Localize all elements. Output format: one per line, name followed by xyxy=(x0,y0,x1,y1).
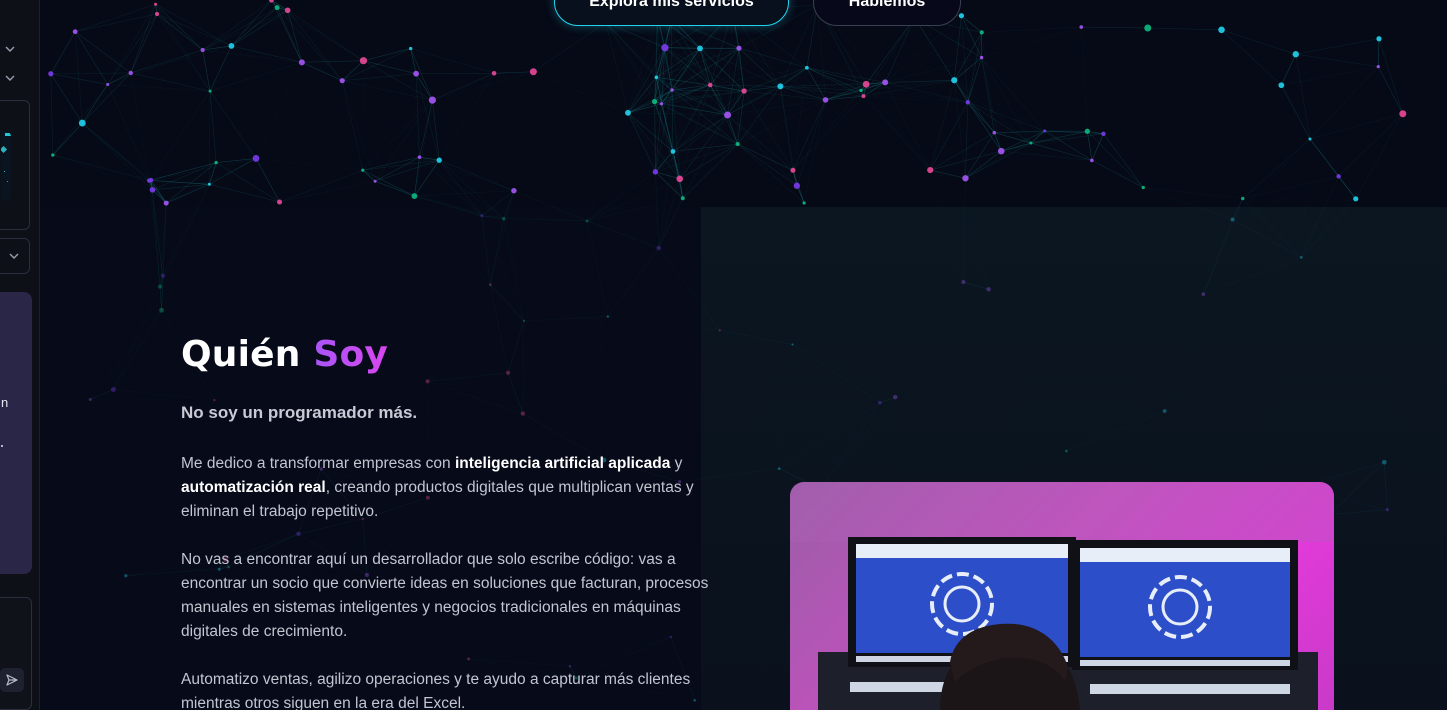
para1-bold-2: automatización real xyxy=(181,479,326,496)
model-select[interactable] xyxy=(0,238,30,274)
about-title-accent: Soy xyxy=(313,334,389,375)
about-title: Quién Soy xyxy=(181,334,388,375)
preview-thumbnail[interactable] xyxy=(0,100,30,230)
portfolio-page: Explora mis servicios Hablemos Quién Soy… xyxy=(41,0,1447,710)
lets-talk-button[interactable]: Hablemos xyxy=(813,0,961,26)
explore-services-button[interactable]: Explora mis servicios xyxy=(554,0,789,26)
para1-text-1: Me dedico a transformar empresas con xyxy=(181,455,455,472)
para1-text-2: y xyxy=(670,455,683,472)
chat-input[interactable] xyxy=(0,597,32,710)
chevron-down-icon xyxy=(7,249,21,263)
thumbnail-image xyxy=(1,131,11,201)
about-title-main: Quién xyxy=(181,334,314,375)
send-icon[interactable] xyxy=(0,668,24,692)
about-paragraph-2: No vas a encontrar aquí un desarrollador… xyxy=(181,551,709,640)
truncated-text: n xyxy=(1,395,9,410)
portrait-photo xyxy=(790,482,1334,710)
editor-sidebar: n xyxy=(0,0,40,710)
chevron-down-icon[interactable] xyxy=(3,42,17,56)
about-subtitle: No soy un programador más. xyxy=(181,403,418,422)
truncated-mark xyxy=(1,445,3,447)
about-paragraph-1: Me dedico a transformar empresas con int… xyxy=(181,452,731,524)
scrollbar-handle[interactable] xyxy=(39,265,40,295)
para1-bold-1: inteligencia artificial aplicada xyxy=(454,455,671,472)
about-paragraph-3: Automatizo ventas, agilizo operaciones y… xyxy=(181,671,691,710)
chat-message-panel xyxy=(0,292,32,574)
chevron-down-icon[interactable] xyxy=(3,71,17,85)
